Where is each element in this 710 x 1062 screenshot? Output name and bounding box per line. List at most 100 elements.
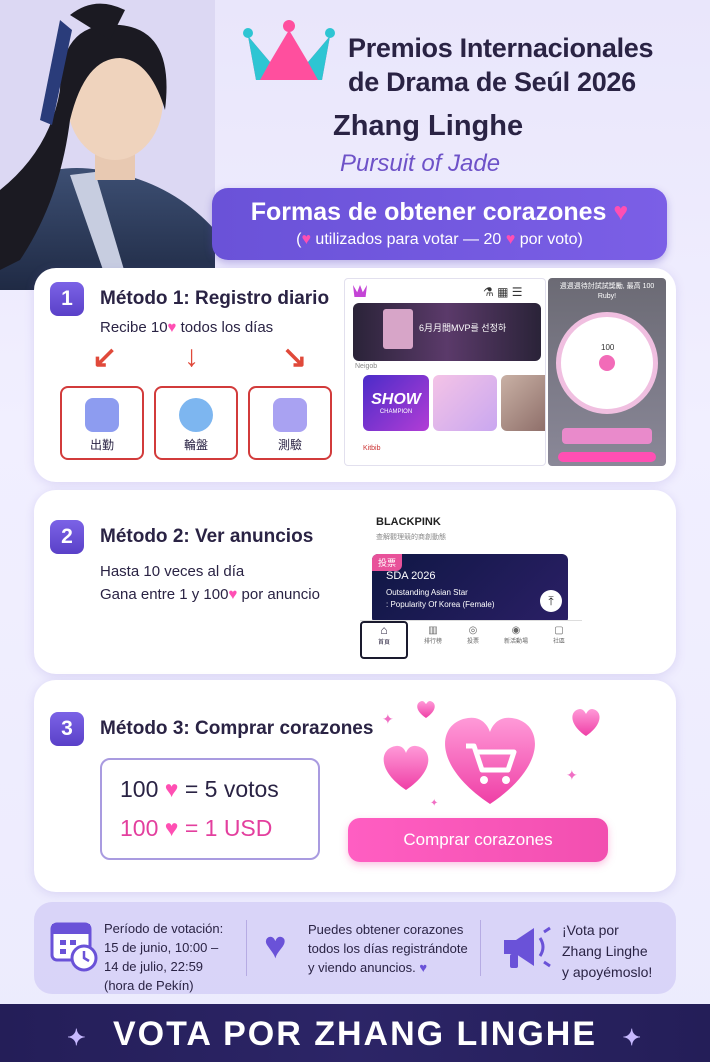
footer-text: VOTA POR ZHANG LINGHE — [113, 1015, 597, 1053]
banner-caption: Neigob — [355, 363, 378, 370]
vote-category-line1: Outstanding Asian Star — [386, 588, 468, 597]
method2-line2-prefix: Gana entre 1 y 100 — [100, 586, 229, 603]
show-subtitle: CHAMPION — [379, 409, 413, 415]
banner-text: 6月月間MVP를 선정하 — [419, 323, 507, 333]
vote-cta: ¡Vota por Zhang Linghe y apoyémoslo! — [562, 920, 652, 983]
period-line: (hora de Pekín) — [104, 978, 194, 993]
show-champion-tile[interactable]: SHOW CHAMPION — [363, 375, 429, 431]
ways-subtitle-mid: utilizados para votar — 20 — [315, 231, 502, 248]
method2-card: 2 Método 2: Ver anuncios Hasta 10 veces … — [34, 490, 676, 674]
share-icon[interactable]: ⤒ — [540, 590, 562, 612]
svg-text:✦: ✦ — [382, 711, 394, 727]
tab-ranking-label: 排行榜 — [423, 639, 442, 645]
heart-icon: ♥ — [264, 925, 287, 967]
tab-home[interactable]: ⌂ 首頁 — [360, 621, 408, 659]
quiz-tile[interactable]: 測驗 — [248, 386, 332, 460]
tab-community-label: 社區 — [552, 639, 565, 645]
tab-events[interactable]: ◉ 新活動場 — [496, 625, 536, 645]
home-icon: ⌂ — [380, 623, 388, 637]
method1-card: 1 Método 1: Registro diario Recibe 10♥ t… — [34, 268, 676, 482]
price2-value: = 1 USD — [184, 815, 273, 841]
program-tile[interactable] — [433, 375, 497, 431]
calendar-clock-icon — [50, 918, 98, 972]
checkin-tile[interactable]: 出勤 — [60, 386, 144, 460]
show-title: SHOW — [371, 391, 421, 408]
wheel-center — [599, 355, 615, 371]
heart-icon: ♥ — [505, 231, 516, 248]
gift-icon: ◉ — [511, 625, 521, 636]
tab-ranking[interactable]: ▥ 排行榜 — [416, 625, 450, 645]
method2-line2: Gana entre 1 y 100♥ por anuncio — [100, 583, 320, 606]
price2-amount: 100 — [120, 815, 159, 841]
ways-subtitle: (♥ utilizados para votar — 20 ♥ por voto… — [212, 231, 667, 249]
shopping-hearts-illustration: ✦ ✦ ✦ — [370, 694, 610, 810]
method2-line2-suffix: por anuncio — [241, 586, 320, 603]
vote-card[interactable]: 投票 SDA 2026 Outstanding Asian Star : Pop… — [372, 554, 568, 624]
vote-badge: 投票 — [372, 554, 403, 571]
program-tile-2[interactable] — [501, 375, 545, 431]
roulette-tile[interactable]: 輪盤 — [154, 386, 238, 460]
method1-text: Recibe 10♥ todos los días — [100, 316, 273, 339]
calendar-icon — [85, 398, 119, 432]
promo-banner[interactable]: 6月月間MVP를 선정하 — [353, 303, 541, 361]
event-title-line2: de Drama de Seúl 2026 — [348, 67, 636, 97]
heart-icon: ♥ — [228, 586, 238, 603]
chart-icon: ▥ — [428, 625, 438, 636]
earn-line: todos los días registrándote — [308, 941, 468, 956]
period-line: 14 de julio, 22:59 — [104, 959, 204, 974]
cta-line: ¡Vota por — [562, 922, 619, 938]
method1-text-prefix: Recibe 10 — [100, 319, 168, 336]
screen-footer: Kitbib — [363, 445, 381, 452]
spin-button[interactable] — [558, 452, 656, 462]
ways-banner: Formas de obtener corazones ♥ (♥ utiliza… — [212, 188, 667, 260]
vote-footer-banner: ✦ VOTA POR ZHANG LINGHE ✦ — [0, 1004, 710, 1062]
chat-icon: ▢ — [554, 625, 564, 636]
roulette-label: 輪盤 — [183, 438, 208, 452]
banner-photo — [383, 309, 413, 349]
vote-category-line2: : Popularity Of Korea (Female) — [386, 600, 495, 609]
vote-icon: ◎ — [468, 625, 478, 636]
roulette-icon — [179, 398, 213, 432]
svg-text:✦: ✦ — [430, 798, 438, 809]
cta-line: y apoyémoslo! — [562, 964, 653, 980]
ways-title-text: Formas de obtener corazones — [250, 198, 607, 226]
wheel-caption: 週週週待討試試獎勵, 最高 100 Ruby! — [559, 283, 655, 300]
period-line: Período de votación: — [104, 921, 224, 936]
voting-period: Período de votación: 15 de junio, 10:00 … — [104, 919, 223, 995]
quiz-label: 測驗 — [277, 438, 302, 452]
wheel-stand — [562, 428, 652, 444]
crown-logo — [240, 18, 338, 88]
quiz-icon — [273, 398, 307, 432]
divider — [246, 920, 247, 976]
roulette-screenshot: 週週週待討試試獎勵, 最高 100 Ruby! 100 — [548, 278, 666, 466]
tab-community[interactable]: ▢ 社區 — [542, 625, 576, 645]
price1-amount: 100 — [120, 776, 159, 802]
ways-title: Formas de obtener corazones ♥ — [212, 198, 667, 227]
tab-events-label: 新活動場 — [503, 639, 528, 645]
price1-value: = 5 votos — [184, 776, 279, 802]
method2-line1: Hasta 10 veces al día — [100, 563, 245, 580]
period-line: 15 de junio, 10:00 – — [104, 940, 219, 955]
actor-portrait — [0, 0, 215, 290]
heart-icon: ♥ — [164, 815, 179, 841]
tab-home-label: 首頁 — [377, 640, 390, 646]
cta-line: Zhang Linghe — [562, 943, 648, 959]
buy-hearts-button[interactable]: Comprar corazones — [348, 818, 608, 862]
app-screenshot-home: ⚗ ▦ ☰ 6月月間MVP를 선정하 Neigob SHOW CHAMPION … — [344, 278, 546, 466]
method1-title: Método 1: Registro diario — [100, 288, 330, 309]
price-votes: 100 ♥ = 5 votos — [120, 776, 279, 803]
artist-name: BLACKPINK — [376, 516, 441, 528]
roulette-wheel[interactable]: 100 — [556, 312, 658, 414]
checkin-label: 出勤 — [89, 438, 114, 452]
sparkle-icon: ✦ — [67, 1025, 88, 1050]
earn-hearts-note: Puedes obtener corazones todos los días … — [308, 920, 468, 977]
heart-icon: ♥ — [419, 960, 428, 975]
heart-icon: ♥ — [613, 198, 629, 226]
menu-icons: ⚗ ▦ ☰ — [483, 285, 523, 299]
arrow-down-icon: ↘ — [282, 341, 308, 374]
tab-vote[interactable]: ◎ 投票 — [456, 625, 490, 645]
crown-icon — [353, 285, 367, 297]
artist-subtitle: 查解觀理競的商創動態 — [376, 534, 446, 541]
divider — [480, 920, 481, 976]
price-usd: 100 ♥ = 1 USD — [120, 815, 272, 842]
